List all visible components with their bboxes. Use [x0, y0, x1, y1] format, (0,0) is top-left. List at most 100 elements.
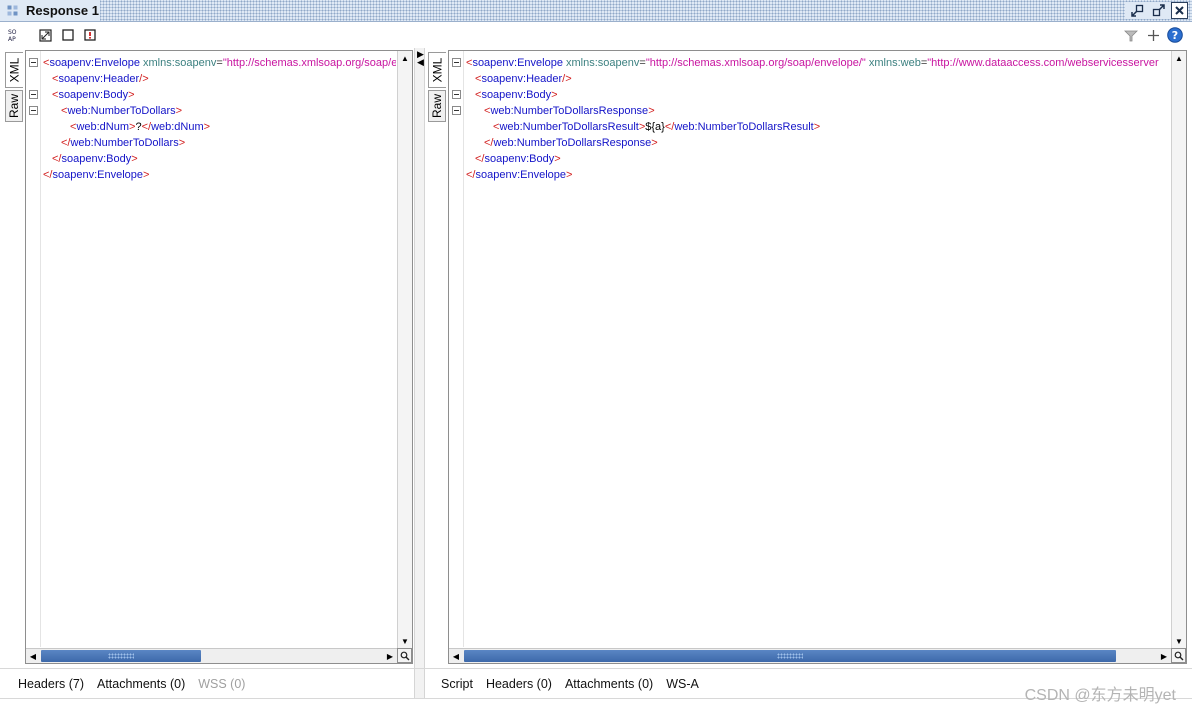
- code-line[interactable]: <soapenv:Body>: [466, 87, 1170, 103]
- plus-icon[interactable]: [1146, 28, 1160, 42]
- scroll-right-icon[interactable]: ▶: [1157, 649, 1171, 663]
- xml-token: soapenv:Body: [484, 153, 555, 165]
- window-buttons: [1125, 2, 1188, 19]
- xml-token: soapenv:Body: [481, 89, 552, 101]
- soap-icon[interactable]: SO AP: [7, 28, 21, 42]
- fold-toggle-icon[interactable]: [29, 90, 38, 99]
- code-line[interactable]: <web:NumberToDollars>: [43, 103, 396, 119]
- request-tab-xml-label: XML: [7, 57, 22, 83]
- alert-icon[interactable]: [83, 28, 97, 42]
- bottom-separator: [0, 668, 1192, 669]
- response-vertical-scrollbar[interactable]: ▲ ▼: [1171, 51, 1186, 648]
- response-xml-editor[interactable]: <soapenv:Envelope xmlns:soapenv="http://…: [448, 50, 1187, 664]
- code-line[interactable]: </soapenv:Envelope>: [466, 167, 1170, 183]
- code-line[interactable]: <soapenv:Envelope xmlns:soapenv="http://…: [43, 55, 396, 71]
- tab-response-headers[interactable]: Headers (0): [486, 677, 552, 691]
- xml-token: web:NumberToDollarsResult: [674, 121, 814, 133]
- xml-token: soapenv:Envelope: [52, 169, 143, 181]
- xml-token: web:NumberToDollarsResponse: [490, 105, 649, 117]
- xml-token: >: [178, 137, 186, 149]
- xml-token: >: [648, 105, 655, 117]
- request-tab-raw-label: Raw: [7, 93, 22, 119]
- collapse-arrows-icon[interactable]: ▶ ◀: [417, 50, 424, 67]
- tab-response-script[interactable]: Script: [441, 677, 473, 691]
- code-line[interactable]: </soapenv:Body>: [43, 151, 396, 167]
- svg-text:SO: SO: [8, 29, 17, 36]
- help-icon[interactable]: ?: [1167, 27, 1183, 43]
- request-tab-xml[interactable]: XML: [5, 52, 23, 88]
- xml-token: />: [139, 73, 149, 85]
- xml-token: soapenv:Envelope: [472, 57, 563, 69]
- request-bottom-tabs: Headers (7) Attachments (0) WSS (0): [18, 674, 258, 694]
- toolbar: SO AP ?: [0, 23, 1192, 47]
- code-line[interactable]: <web:dNum>?</web:dNum>: [43, 119, 396, 135]
- response-tab-raw[interactable]: Raw: [428, 90, 446, 122]
- scroll-left-icon[interactable]: ◀: [26, 649, 40, 663]
- code-line[interactable]: <soapenv:Header/>: [43, 71, 396, 87]
- maximize-icon[interactable]: [1150, 2, 1167, 19]
- funnel-icon[interactable]: [1124, 28, 1138, 42]
- xml-token: web:dNum: [76, 121, 130, 133]
- search-icon[interactable]: [397, 648, 412, 663]
- response-fold-gutter: [449, 51, 463, 647]
- response-code-area[interactable]: <soapenv:Envelope xmlns:soapenv="http://…: [466, 55, 1170, 646]
- response-horizontal-scrollbar[interactable]: ◀ ▶: [449, 648, 1186, 663]
- response-tab-xml[interactable]: XML: [428, 52, 446, 88]
- single-pane-icon[interactable]: [61, 28, 75, 42]
- code-line[interactable]: <web:NumberToDollarsResponse>: [466, 103, 1170, 119]
- scroll-right-icon[interactable]: ▶: [383, 649, 397, 663]
- fold-toggle-icon[interactable]: [452, 58, 461, 67]
- restore-down-icon[interactable]: [1129, 2, 1146, 19]
- xml-token: "http://www.dataaccess.com/webservicesse…: [927, 57, 1159, 69]
- fold-toggle-icon[interactable]: [452, 90, 461, 99]
- fit-window-icon[interactable]: [38, 28, 52, 42]
- scroll-down-icon[interactable]: ▼: [398, 634, 412, 648]
- xml-token: web:NumberToDollarsResult: [499, 121, 639, 133]
- tab-request-wss: WSS (0): [198, 677, 246, 691]
- fold-toggle-icon[interactable]: [452, 106, 461, 115]
- gutter-separator: [463, 51, 464, 647]
- code-line[interactable]: <soapenv:Header/>: [466, 71, 1170, 87]
- code-line[interactable]: </web:NumberToDollars>: [43, 135, 396, 151]
- pane-splitter[interactable]: ▶ ◀: [414, 48, 425, 698]
- tab-response-ws-a[interactable]: WS-A: [666, 677, 699, 691]
- code-line[interactable]: </soapenv:Body>: [466, 151, 1170, 167]
- code-line[interactable]: </soapenv:Envelope>: [43, 167, 396, 183]
- watermark: CSDN @东方未明yet: [1024, 687, 1176, 704]
- request-xml-editor[interactable]: <soapenv:Envelope xmlns:soapenv="http://…: [25, 50, 413, 664]
- search-icon[interactable]: [1171, 648, 1186, 663]
- xml-token: web:NumberToDollars: [70, 137, 179, 149]
- code-line[interactable]: <soapenv:Envelope xmlns:soapenv="http://…: [466, 55, 1170, 71]
- close-icon[interactable]: [1171, 2, 1188, 19]
- request-vertical-scrollbar[interactable]: ▲ ▼: [397, 51, 412, 648]
- request-scroll-thumb[interactable]: [41, 650, 201, 662]
- tab-request-headers[interactable]: Headers (7): [18, 677, 84, 691]
- request-horizontal-scrollbar[interactable]: ◀ ▶: [26, 648, 412, 663]
- xml-token: xmlns:soapenv: [143, 57, 217, 69]
- svg-text:AP: AP: [8, 36, 16, 41]
- tab-response-attachments[interactable]: Attachments (0): [565, 677, 653, 691]
- scroll-left-icon[interactable]: ◀: [449, 649, 463, 663]
- code-line[interactable]: <soapenv:Body>: [43, 87, 396, 103]
- xml-token: web:NumberToDollars: [67, 105, 176, 117]
- xml-token: xmlns:soapenv: [566, 57, 640, 69]
- xml-token: soapenv:Header: [481, 73, 563, 85]
- xml-token: >: [813, 121, 821, 133]
- scroll-up-icon[interactable]: ▲: [1172, 51, 1186, 65]
- fold-toggle-icon[interactable]: [29, 106, 38, 115]
- scroll-down-icon[interactable]: ▼: [1172, 634, 1186, 648]
- code-line[interactable]: </web:NumberToDollarsResponse>: [466, 135, 1170, 151]
- response-scroll-thumb[interactable]: [464, 650, 1116, 662]
- request-view-tabs: XML Raw: [3, 48, 25, 664]
- request-panel: XML Raw <soapenv:Envelope xmlns:soapenv=…: [3, 48, 413, 664]
- svg-text:?: ?: [1172, 29, 1178, 42]
- scroll-up-icon[interactable]: ▲: [398, 51, 412, 65]
- code-line[interactable]: <web:NumberToDollarsResult>${a}</web:Num…: [466, 119, 1170, 135]
- response-tab-xml-label: XML: [430, 57, 445, 83]
- xml-token: >: [651, 137, 658, 149]
- request-code-area[interactable]: <soapenv:Envelope xmlns:soapenv="http://…: [43, 55, 396, 646]
- fold-toggle-icon[interactable]: [29, 58, 38, 67]
- xml-token: </: [664, 121, 675, 133]
- request-tab-raw[interactable]: Raw: [5, 90, 23, 122]
- tab-request-attachments[interactable]: Attachments (0): [97, 677, 185, 691]
